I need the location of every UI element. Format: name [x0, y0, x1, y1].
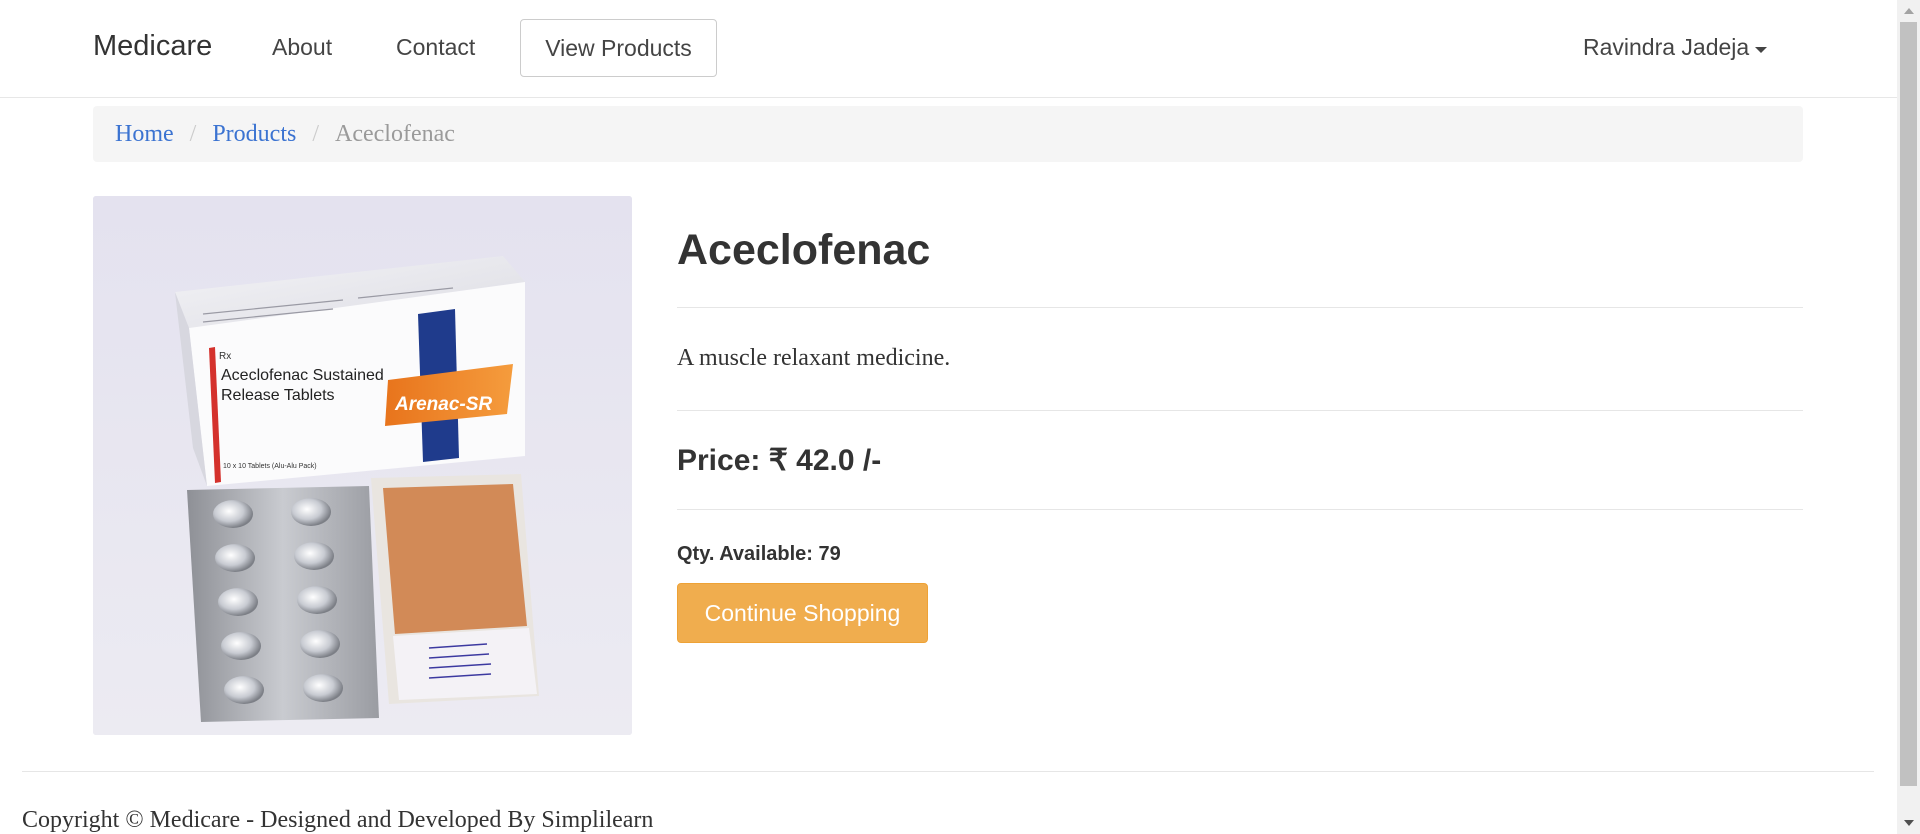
nav-contact-link[interactable]: Contact — [396, 34, 475, 61]
image-rx: Rx — [219, 351, 231, 362]
image-box-line1: Aceclofenac Sustained — [221, 367, 384, 384]
product-price: Price: ₹ 42.0 /- — [677, 444, 882, 477]
product-title: Aceclofenac — [677, 226, 931, 274]
image-brand-label: Arenac-SR — [394, 394, 492, 415]
footer-divider — [22, 771, 1874, 772]
breadcrumb-current: Aceclofenac — [335, 120, 455, 147]
top-navbar: Medicare About Contact View Products Rav… — [0, 0, 1897, 98]
caret-down-icon — [1755, 46, 1768, 53]
breadcrumb-separator: / — [189, 120, 197, 147]
image-pack-text: 10 x 10 Tablets (Alu-Alu Pack) — [223, 463, 317, 470]
scrollbar-thumb[interactable] — [1900, 22, 1917, 786]
product-description: A muscle relaxant medicine. — [677, 345, 951, 371]
divider — [677, 410, 1803, 411]
breadcrumb: Home / Products / Aceclofenac — [93, 106, 1803, 162]
brand-link[interactable]: Medicare — [93, 30, 212, 63]
quantity-available: Qty. Available: 79 — [677, 543, 841, 565]
user-name: Ravindra Jadeja — [1583, 34, 1750, 60]
footer-copyright: Copyright © Medicare - Designed and Deve… — [22, 807, 654, 833]
scroll-down-arrow-icon[interactable] — [1897, 812, 1920, 834]
vertical-scrollbar[interactable] — [1897, 0, 1920, 834]
divider — [677, 509, 1803, 510]
image-box-line2: Release Tablets — [221, 387, 335, 404]
scroll-up-arrow-icon[interactable] — [1897, 0, 1920, 22]
continue-shopping-button[interactable]: Continue Shopping — [677, 583, 928, 643]
product-image: Arenac-SR Rx Aceclofenac Sustained Relea… — [93, 196, 632, 735]
breadcrumb-separator: / — [312, 120, 319, 147]
nav-about-link[interactable]: About — [272, 34, 332, 61]
breadcrumb-home-link[interactable]: Home — [115, 121, 174, 148]
view-products-button[interactable]: View Products — [520, 19, 717, 77]
user-menu-dropdown[interactable]: Ravindra Jadeja — [1583, 34, 1768, 61]
breadcrumb-products-link[interactable]: Products — [212, 121, 296, 148]
divider — [677, 307, 1803, 308]
